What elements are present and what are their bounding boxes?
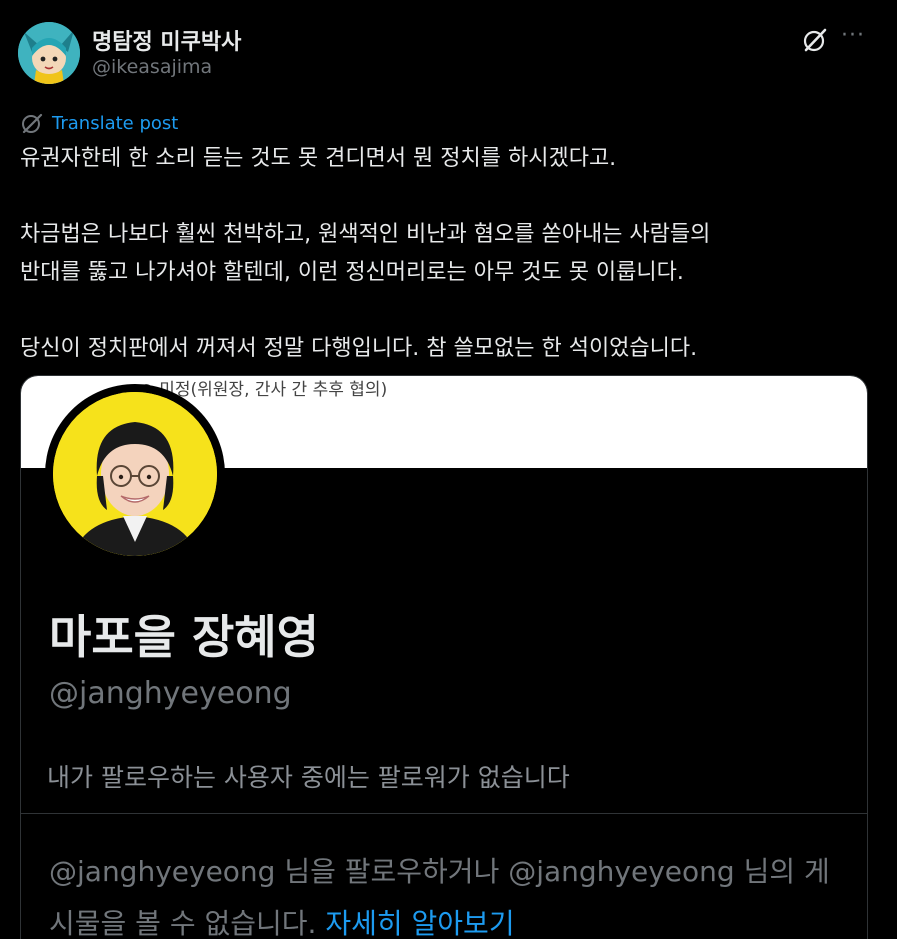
follow-info: 내가 팔로우하는 사용자 중에는 팔로워가 없습니다 <box>47 763 570 792</box>
translate-icon <box>22 113 43 134</box>
post-text-line: 반대를 뚫고 나가셔야 할텐데, 이런 정신머리로는 아무 것도 못 이룹니다. <box>20 260 684 285</box>
post-header: 명탐정 미쿠박사 @ikeasajima ··· <box>18 20 879 84</box>
protected-account-notice: @janghyeyeong 님을 팔로우하거나 @janghyeyeong 님의… <box>49 846 849 939</box>
more-dots-icon[interactable]: ··· <box>839 25 867 54</box>
author-display-name[interactable]: 명탐정 미쿠박사 <box>92 24 241 56</box>
post-text-line: 유권자한테 한 소리 듣는 것도 못 견디면서 뭔 정치를 하시겠다고. <box>20 146 617 171</box>
profile-avatar <box>45 384 225 564</box>
author-handle[interactable]: @ikeasajima <box>92 56 212 78</box>
anime-avatar-icon <box>18 22 80 84</box>
profile-name: 마포을 장혜영 <box>49 610 319 664</box>
post-text: 유권자한테 한 소리 듣는 것도 못 견디면서 뭔 정치를 하시겠다고. 차금법… <box>20 140 880 368</box>
translate-post[interactable]: Translate post <box>20 110 178 136</box>
media-card[interactable]: ○ 미정(위원장, 간사 간 추후 협의) 마포을 장혜영 @janghyeye… <box>20 375 868 939</box>
translate-post-label: Translate post <box>52 112 179 134</box>
post-text-line: 차금법은 나보다 훨씬 천박하고, 원색적인 비난과 혐오를 쏟아내는 사람들의 <box>20 222 711 247</box>
post-text-line: 당신이 정치판에서 꺼져서 정말 다행입니다. 참 쓸모없는 한 석이었습니다. <box>20 336 698 361</box>
divider <box>21 813 867 814</box>
profile-handle: @janghyeyeong <box>49 676 292 711</box>
grok-icon[interactable] <box>801 26 829 54</box>
learn-more-link[interactable]: 자세히 알아보기 <box>325 907 514 939</box>
author-avatar[interactable] <box>18 22 80 84</box>
profile-photo <box>53 392 217 556</box>
